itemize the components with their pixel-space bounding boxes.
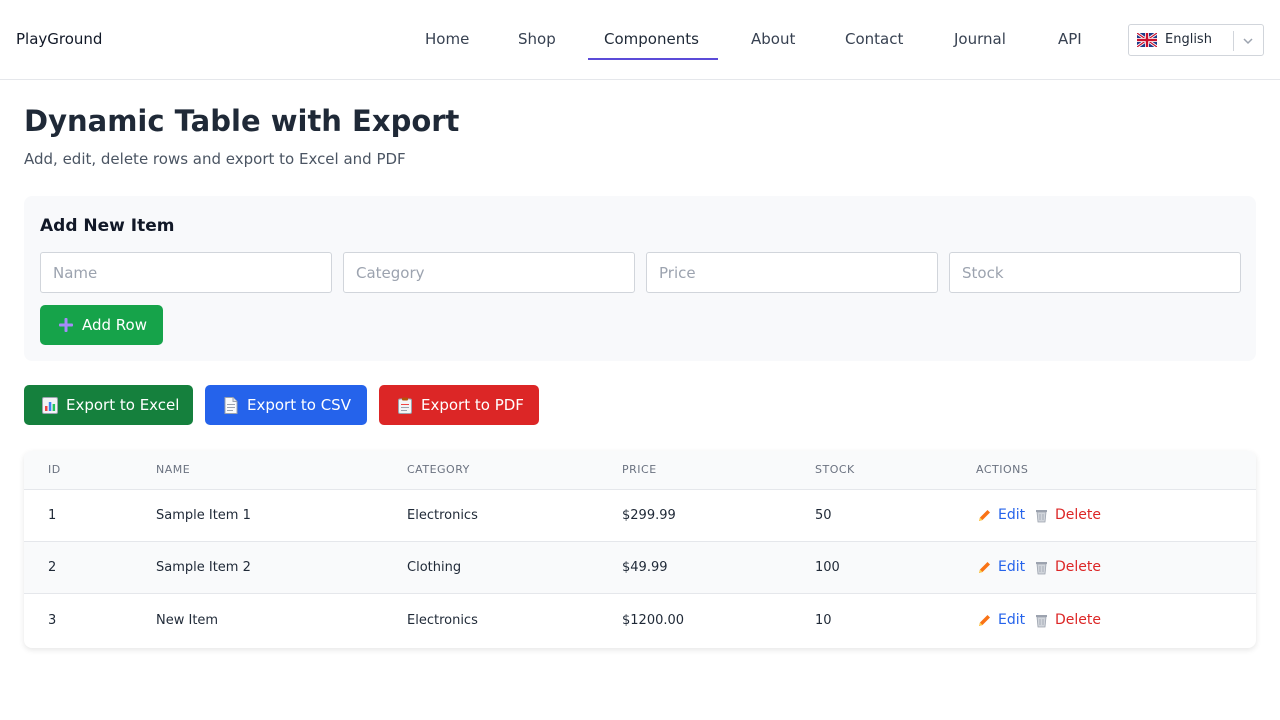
language-select[interactable]: English <box>1128 24 1264 56</box>
edit-label: Edit <box>998 507 1026 523</box>
nav-journal[interactable]: Journal <box>954 30 1006 48</box>
cell-id: 3 <box>48 613 57 628</box>
edit-label: Edit <box>998 559 1026 575</box>
cell-price: $49.99 <box>622 560 668 575</box>
cell-stock: 100 <box>815 560 840 575</box>
cell-id: 1 <box>48 508 57 523</box>
add-row-button[interactable]: Add Row <box>40 305 163 345</box>
nav-components[interactable]: Components <box>604 30 699 48</box>
header-name: NAME <box>156 463 191 476</box>
cell-category: Electronics <box>407 613 478 628</box>
brand-logo[interactable]: PlayGround <box>16 30 102 48</box>
header-category: CATEGORY <box>407 463 470 476</box>
name-input[interactable] <box>40 252 332 293</box>
header-price: PRICE <box>622 463 657 476</box>
page-title: Dynamic Table with Export <box>24 104 460 138</box>
trash-icon <box>1036 562 1047 575</box>
table-row: 1 Sample Item 1 Electronics $299.99 50 E… <box>24 490 1256 542</box>
nav-about[interactable]: About <box>751 30 795 48</box>
export-pdf-button[interactable]: Export to PDF <box>379 385 539 425</box>
add-item-panel: Add New Item Add Row <box>24 196 1256 361</box>
add-item-title: Add New Item <box>40 216 175 236</box>
header-id: ID <box>48 463 61 476</box>
cell-name: Sample Item 2 <box>156 560 251 575</box>
category-input[interactable] <box>343 252 635 293</box>
header-stock: STOCK <box>815 463 855 476</box>
plus-icon <box>59 318 73 332</box>
export-csv-label: Export to CSV <box>247 396 351 414</box>
cell-stock: 10 <box>815 613 832 628</box>
nav-shop[interactable]: Shop <box>518 30 556 48</box>
cell-category: Electronics <box>407 508 478 523</box>
language-label: English <box>1165 32 1212 47</box>
stock-input[interactable] <box>949 252 1241 293</box>
export-pdf-label: Export to PDF <box>421 396 524 414</box>
add-row-label: Add Row <box>82 316 148 334</box>
active-nav-indicator <box>588 58 718 60</box>
cell-stock: 50 <box>815 508 832 523</box>
pencil-icon <box>979 510 990 521</box>
table-header: ID NAME CATEGORY PRICE STOCK ACTIONS <box>24 451 1256 490</box>
uk-flag-icon <box>1137 33 1157 47</box>
cell-name: Sample Item 1 <box>156 508 251 523</box>
trash-icon <box>1036 615 1047 628</box>
price-input[interactable] <box>646 252 938 293</box>
cell-name: New Item <box>156 613 219 628</box>
select-divider <box>1233 31 1234 51</box>
nav-contact[interactable]: Contact <box>845 30 903 48</box>
cell-price: $1200.00 <box>622 613 685 628</box>
trash-icon <box>1036 510 1047 523</box>
cell-id: 2 <box>48 560 57 575</box>
delete-label: Delete <box>1055 507 1101 523</box>
table-row: 3 New Item Electronics $1200.00 10 Edit … <box>24 595 1256 647</box>
nav-api[interactable]: API <box>1058 30 1082 48</box>
page-subtitle: Add, edit, delete rows and export to Exc… <box>24 150 406 168</box>
nav-home[interactable]: Home <box>425 30 469 48</box>
cell-price: $299.99 <box>622 508 676 523</box>
pencil-icon <box>979 615 990 626</box>
delete-label: Delete <box>1055 612 1101 628</box>
export-excel-label: Export to Excel <box>66 396 180 414</box>
edit-label: Edit <box>998 612 1026 628</box>
bar-chart-icon <box>42 397 58 414</box>
document-icon <box>224 397 238 414</box>
header-actions: ACTIONS <box>976 463 1029 476</box>
cell-category: Clothing <box>407 560 462 575</box>
items-table: ID NAME CATEGORY PRICE STOCK ACTIONS 1 S… <box>24 451 1256 648</box>
export-csv-button[interactable]: Export to CSV <box>205 385 367 425</box>
table-row: 2 Sample Item 2 Clothing $49.99 100 Edit… <box>24 542 1256 594</box>
chevron-down-icon[interactable] <box>1241 34 1255 48</box>
clipboard-icon <box>398 397 412 414</box>
delete-label: Delete <box>1055 559 1101 575</box>
export-excel-button[interactable]: Export to Excel <box>24 385 193 425</box>
top-nav-bar: PlayGround Home Shop Components About Co… <box>0 0 1280 80</box>
pencil-icon <box>979 562 990 573</box>
